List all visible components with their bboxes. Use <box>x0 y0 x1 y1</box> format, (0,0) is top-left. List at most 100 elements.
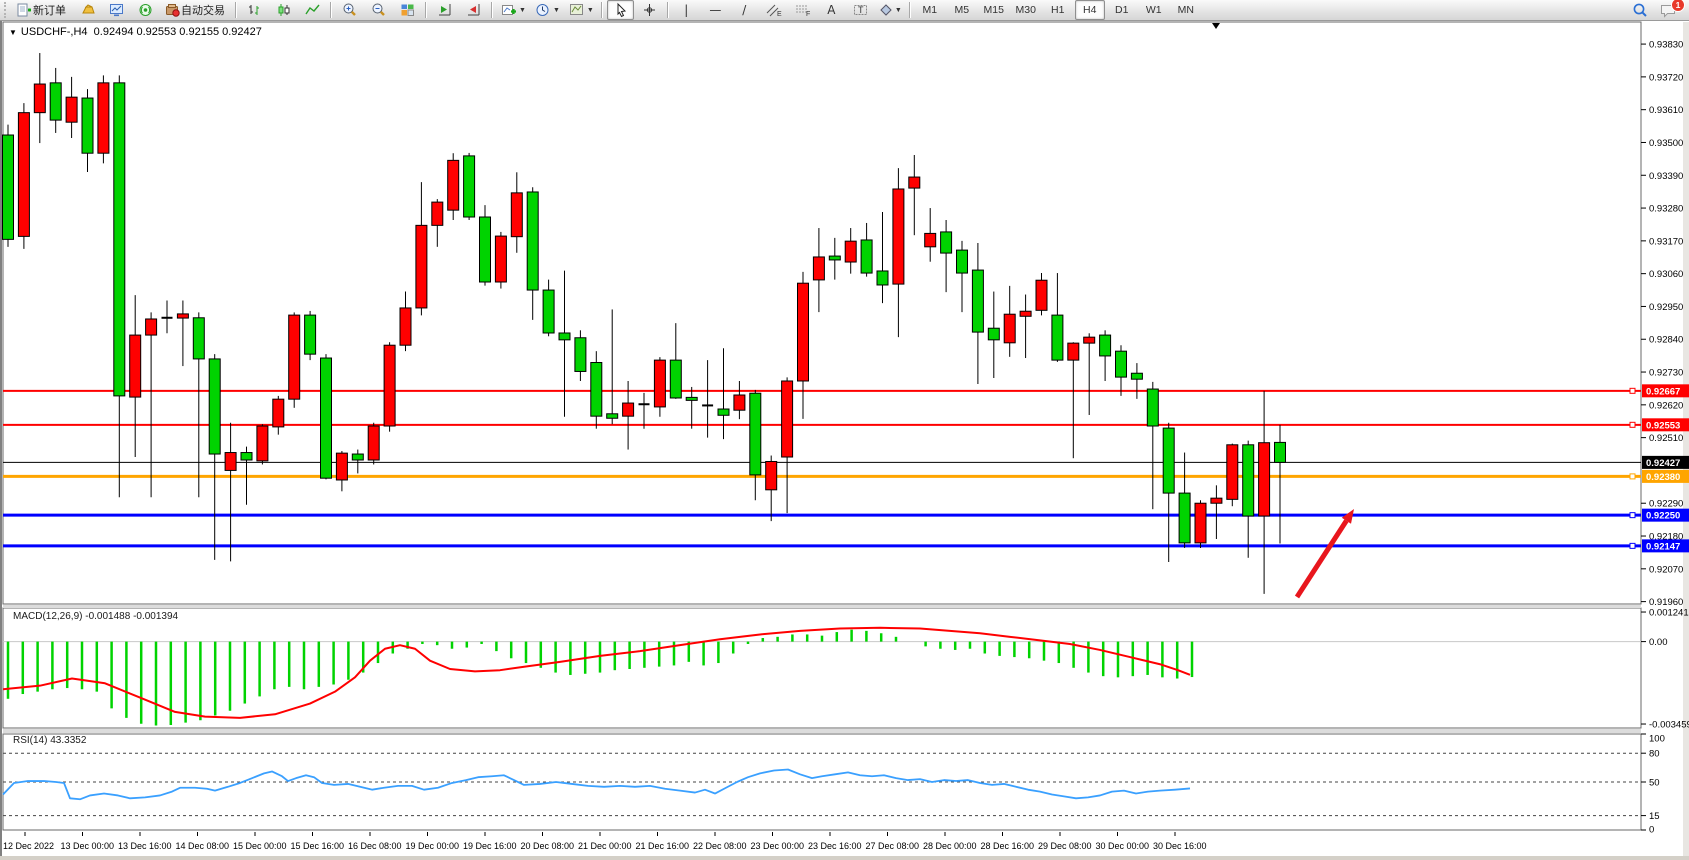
svg-text:23 Dec 00:00: 23 Dec 00:00 <box>751 841 805 851</box>
toolbar-separator <box>330 2 332 18</box>
signal-button[interactable] <box>132 0 159 20</box>
svg-text:0.92290: 0.92290 <box>1649 499 1683 510</box>
svg-text:20 Dec 08:00: 20 Dec 08:00 <box>521 841 575 851</box>
new-order-button[interactable]: 新订单 <box>13 0 72 20</box>
toolbar-separator <box>425 2 427 18</box>
svg-text:0.93610: 0.93610 <box>1649 105 1683 116</box>
market-watch-button[interactable] <box>103 0 130 20</box>
svg-text:E: E <box>777 11 782 18</box>
chart-canvas[interactable]: 0.938300.937200.936100.935000.933900.932… <box>0 21 1689 860</box>
auto-trading-label: 自动交易 <box>181 2 225 18</box>
svg-text:0.93170: 0.93170 <box>1649 236 1683 247</box>
svg-text:80: 80 <box>1649 749 1660 760</box>
timeframe-button-M1[interactable]: M1 <box>915 0 945 20</box>
candlestick-chart-button[interactable] <box>270 0 297 20</box>
svg-text:14 Dec 08:00: 14 Dec 08:00 <box>176 841 230 851</box>
templates-button[interactable]: ▼ <box>565 0 597 20</box>
svg-text:0.93060: 0.93060 <box>1649 269 1683 280</box>
timeframe-button-M5[interactable]: M5 <box>947 0 977 20</box>
gold-icon <box>79 2 96 18</box>
timeframe-button-M15[interactable]: M15 <box>979 0 1009 20</box>
timeframe-button-M30[interactable]: M30 <box>1011 0 1041 20</box>
chart-shift-button[interactable] <box>460 0 487 20</box>
indicators-button[interactable]: ▼ <box>497 0 529 20</box>
channel-tool-button[interactable]: E <box>760 0 787 20</box>
svg-text:F: F <box>806 11 810 18</box>
fibonacci-tool-button[interactable]: F <box>789 0 816 20</box>
svg-text:29 Dec 08:00: 29 Dec 08:00 <box>1038 841 1092 851</box>
svg-text:0.00: 0.00 <box>1649 637 1668 648</box>
monitor-icon <box>108 2 125 18</box>
chat-button[interactable]: 1 <box>1655 1 1682 21</box>
svg-text:-0.003459: -0.003459 <box>1649 720 1689 731</box>
svg-text:13 Dec 16:00: 13 Dec 16:00 <box>118 841 172 851</box>
tile-windows-button[interactable] <box>394 0 421 20</box>
dropdown-caret-icon: ▼ <box>553 7 560 14</box>
svg-text:19 Dec 16:00: 19 Dec 16:00 <box>463 841 517 851</box>
line-chart-button[interactable] <box>299 0 326 20</box>
timeframe-button-H1[interactable]: H1 <box>1043 0 1073 20</box>
trendline-tool-button[interactable]: / <box>731 0 758 20</box>
svg-text:16 Dec 08:00: 16 Dec 08:00 <box>348 841 402 851</box>
svg-text:21 Dec 00:00: 21 Dec 00:00 <box>578 841 632 851</box>
svg-text:0.92730: 0.92730 <box>1649 368 1683 379</box>
svg-text:0.93500: 0.93500 <box>1649 138 1683 149</box>
cursor-arrow-icon <box>613 2 628 18</box>
timeframe-toolbar: M1M5M15M30H1H4D1W1MN <box>914 0 1202 20</box>
zoom-out-icon <box>370 2 387 18</box>
auto-trading-button[interactable]: 自动交易 <box>161 0 231 20</box>
svg-text:28 Dec 00:00: 28 Dec 00:00 <box>923 841 977 851</box>
toolbar-separator <box>601 2 603 18</box>
vertical-line-tool-button[interactable]: | <box>673 0 700 20</box>
text-tool-button[interactable]: A <box>818 0 845 20</box>
svg-text:0.92553: 0.92553 <box>1646 420 1680 431</box>
auto-scroll-button[interactable] <box>431 0 458 20</box>
svg-text:0.92667: 0.92667 <box>1646 386 1680 397</box>
search-button[interactable] <box>1626 1 1653 21</box>
crosshair-button[interactable] <box>636 0 663 20</box>
periods-button[interactable]: ▼ <box>531 0 563 20</box>
gold-button[interactable] <box>74 0 101 20</box>
auto-scroll-icon <box>436 2 453 18</box>
bar-chart-button[interactable] <box>241 0 268 20</box>
svg-text:21 Dec 16:00: 21 Dec 16:00 <box>636 841 690 851</box>
timeframe-button-W1[interactable]: W1 <box>1139 0 1169 20</box>
svg-text:23 Dec 16:00: 23 Dec 16:00 <box>808 841 862 851</box>
svg-text:15 Dec 16:00: 15 Dec 16:00 <box>291 841 345 851</box>
toolbar-grip <box>4 2 10 18</box>
shapes-tool-button[interactable]: ▼ <box>876 0 905 20</box>
toolbar: 新订单 自动交易 ▼ ▼ ▼ | — / E F A T ▼ M1M5M15M3… <box>0 0 1689 21</box>
svg-text:0.93830: 0.93830 <box>1649 40 1683 51</box>
toolbar-separator <box>909 2 911 18</box>
svg-text:0.92950: 0.92950 <box>1649 302 1683 313</box>
dropdown-caret-icon: ▼ <box>519 7 526 14</box>
chart-shift-icon <box>465 2 482 18</box>
toolbar-separator <box>491 2 493 18</box>
dropdown-caret-icon: ▼ <box>587 7 594 14</box>
timeframe-button-D1[interactable]: D1 <box>1107 0 1137 20</box>
svg-text:28 Dec 16:00: 28 Dec 16:00 <box>981 841 1035 851</box>
svg-text:100: 100 <box>1649 734 1665 745</box>
horizontal-line-tool-button[interactable]: — <box>702 0 729 20</box>
text-label-tool-button[interactable]: T <box>847 0 874 20</box>
svg-text:0: 0 <box>1649 825 1654 836</box>
line-chart-icon <box>304 2 321 18</box>
timeframe-button-MN[interactable]: MN <box>1171 0 1201 20</box>
svg-text:30 Dec 16:00: 30 Dec 16:00 <box>1153 841 1207 851</box>
toolbar-separator <box>235 2 237 18</box>
auto-trading-icon <box>164 2 181 18</box>
svg-text:0.93390: 0.93390 <box>1649 171 1683 182</box>
timeframe-button-H4[interactable]: H4 <box>1075 0 1105 20</box>
svg-text:0.001241: 0.001241 <box>1649 608 1689 619</box>
zoom-out-button[interactable] <box>365 0 392 20</box>
zoom-in-button[interactable] <box>336 0 363 20</box>
svg-text:0.91960: 0.91960 <box>1649 597 1683 608</box>
template-icon <box>568 2 585 18</box>
svg-text:15: 15 <box>1649 811 1660 822</box>
cursor-button[interactable] <box>607 0 634 20</box>
chart-plot-surface[interactable] <box>3 22 1641 830</box>
dropdown-caret-icon: ▼ <box>895 7 902 14</box>
svg-text:27 Dec 08:00: 27 Dec 08:00 <box>866 841 920 851</box>
svg-text:0.92250: 0.92250 <box>1646 511 1680 522</box>
svg-text:50: 50 <box>1649 778 1660 789</box>
